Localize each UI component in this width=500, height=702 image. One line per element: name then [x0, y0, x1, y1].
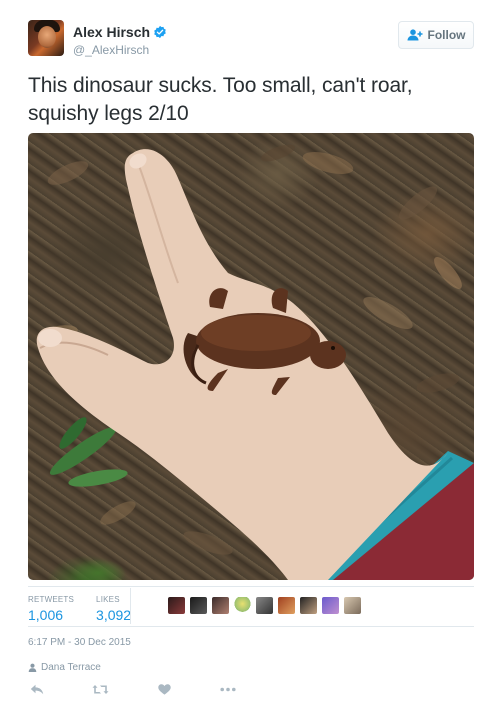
divider-bottom — [28, 626, 474, 627]
liker-avatar-4[interactable] — [234, 597, 251, 614]
liker-avatar-9[interactable] — [344, 597, 361, 614]
follow-icon — [407, 29, 422, 41]
tweet-stats: RETWEETS 1,006 LIKES 3,092 — [28, 595, 153, 623]
liker-avatar-8[interactable] — [322, 597, 339, 614]
like-icon — [158, 684, 171, 695]
user-name-block[interactable]: Alex Hirsch @_AlexHirsch — [73, 23, 167, 57]
avatar-face — [38, 26, 56, 48]
tweet-timestamp[interactable]: 6:17 PM - 30 Dec 2015 — [28, 637, 131, 648]
more-button[interactable] — [220, 687, 236, 692]
liker-avatar-3[interactable] — [212, 597, 229, 614]
likers-avatars — [168, 597, 361, 614]
person-icon — [28, 663, 37, 672]
liker-avatar-2[interactable] — [190, 597, 207, 614]
retweets-stat[interactable]: RETWEETS 1,006 — [28, 595, 74, 623]
tweet-actions — [28, 684, 268, 698]
user-handle[interactable]: @_AlexHirsch — [73, 43, 167, 57]
like-button[interactable] — [158, 684, 171, 695]
tweet-photo[interactable] — [28, 133, 474, 580]
tweet-text: This dinosaur sucks. Too small, can't ro… — [28, 74, 413, 125]
follow-label: Follow — [427, 28, 466, 42]
retweet-icon — [92, 685, 109, 694]
tweet-header: Alex Hirsch @_AlexHirsch Follow — [28, 20, 474, 60]
retweeter-name: Dana Terrace — [41, 662, 101, 673]
liker-avatar-6[interactable] — [278, 597, 295, 614]
divider-top — [28, 586, 474, 587]
likes-count: 3,092 — [96, 607, 132, 623]
liker-avatar-5[interactable] — [256, 597, 273, 614]
retweet-button[interactable] — [92, 684, 109, 695]
photo-illustration — [36, 144, 474, 580]
more-icon — [220, 687, 236, 692]
retweets-label: RETWEETS — [28, 595, 75, 604]
follow-button[interactable]: Follow — [398, 21, 474, 49]
stats-separator — [130, 588, 131, 624]
likes-stat[interactable]: LIKES 3,092 — [96, 595, 131, 623]
reply-icon — [30, 684, 44, 695]
display-name[interactable]: Alex Hirsch — [73, 24, 150, 40]
retweets-count: 1,006 — [28, 607, 64, 623]
retweeted-by[interactable]: Dana Terrace — [28, 662, 101, 673]
liker-avatar-1[interactable] — [168, 597, 185, 614]
avatar[interactable] — [28, 20, 64, 56]
liker-avatar-7[interactable] — [300, 597, 317, 614]
reply-button[interactable] — [30, 684, 44, 695]
verified-badge-icon — [154, 25, 166, 38]
likes-label: LIKES — [96, 595, 120, 604]
